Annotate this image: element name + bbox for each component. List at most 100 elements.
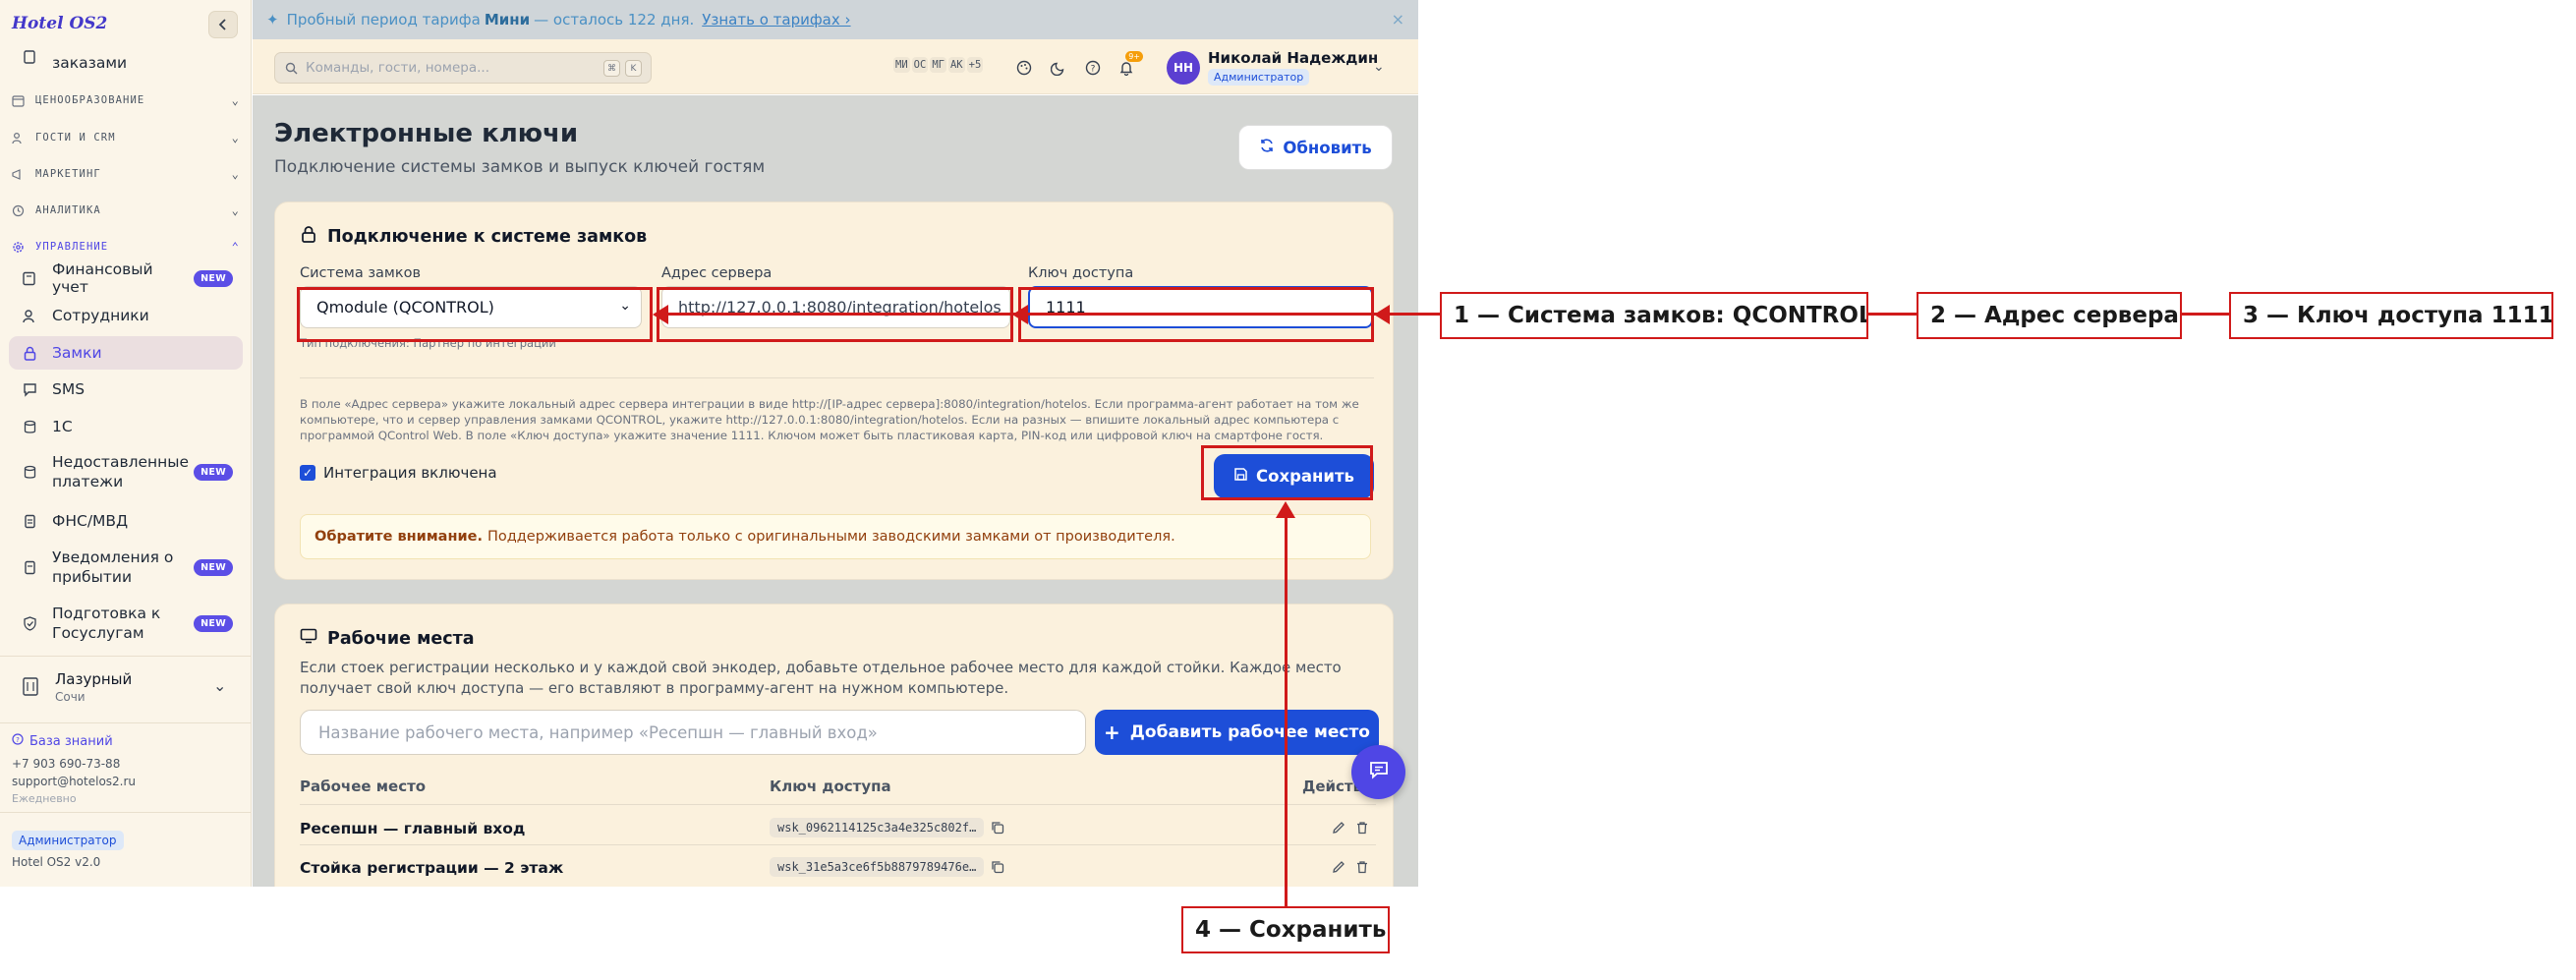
help-icon[interactable]: ? <box>1078 53 1108 83</box>
search-icon <box>285 62 298 75</box>
add-workplace-button[interactable]: + Добавить рабочее место <box>1095 710 1379 755</box>
banner-link[interactable]: Узнать о тарифах › <box>702 11 850 29</box>
moon-icon[interactable] <box>1044 53 1073 83</box>
sidebar-item-label: Уведомления о прибытии <box>52 548 174 586</box>
chevron-down-icon[interactable]: ⌄ <box>1373 59 1385 75</box>
palette-icon[interactable] <box>1009 53 1039 83</box>
user-role-badge: Администратор <box>1208 69 1310 86</box>
workplace-placeholder: Название рабочего места, например «Ресеп… <box>318 722 878 742</box>
user-icon <box>19 305 40 326</box>
top-header: Команды, гости, номера... ⌘ K МИ ОС МГ А… <box>253 39 1418 94</box>
close-icon[interactable]: × <box>1392 10 1404 29</box>
refresh-button[interactable]: Обновить <box>1238 125 1393 170</box>
sidebar-section-marketing[interactable]: МАРКЕТИНГ ⌄ <box>12 165 240 183</box>
online-users[interactable]: МИ ОС МГ АК +5 <box>893 57 984 73</box>
section-label: УПРАВЛЕНИЕ <box>35 241 109 253</box>
card-title: Рабочие места <box>300 628 475 649</box>
monitor-icon <box>300 628 317 649</box>
card-title-text: Подключение к системе замков <box>327 226 648 247</box>
chevron-up-icon: ⌃ <box>231 240 240 254</box>
sidebar-section-guests[interactable]: ГОСТИ И CRM ⌄ <box>12 129 240 146</box>
sidebar-item-label: SMS <box>52 380 86 398</box>
help-circle-icon: ? <box>12 733 24 749</box>
highlight-save-button <box>1201 445 1373 500</box>
trash-icon[interactable] <box>1355 860 1369 878</box>
lock-icon <box>300 225 317 248</box>
support-phone[interactable]: +7 903 690-73-88 <box>12 757 120 771</box>
sidebar-item-label: Подготовка к Госуслугам <box>52 605 161 642</box>
sidebar-section-analytics[interactable]: АНАЛИТИКА ⌄ <box>12 202 240 219</box>
annotation-label-2: 2 — Адрес сервера <box>1917 292 2182 339</box>
document-icon <box>19 556 40 578</box>
new-badge: NEW <box>194 463 233 481</box>
warning-text: Поддерживается работа только с оригиналь… <box>487 529 1175 545</box>
sidebar-item-failed-payments[interactable]: Недоставленные платежи NEW <box>9 450 243 493</box>
sidebar-item-gosuslugi[interactable]: Подготовка к Госуслугам NEW <box>9 602 243 645</box>
gear-icon <box>12 241 28 254</box>
sidebar-item-sms[interactable]: SMS <box>9 375 243 404</box>
support-email[interactable]: support@hotelos2.ru <box>12 775 136 788</box>
sidebar-item-label: 1С <box>52 418 73 435</box>
edit-icon[interactable] <box>1332 860 1345 878</box>
trash-icon[interactable] <box>1355 821 1369 838</box>
arrow-left-icon <box>1012 305 1028 324</box>
presence-avatar: МИ <box>893 57 910 73</box>
user-name[interactable]: Николай Надеждин <box>1208 49 1378 67</box>
sidebar-section-management[interactable]: УПРАВЛЕНИЕ ⌃ <box>12 238 240 256</box>
app-logo[interactable]: Hotel OS2 <box>12 14 107 33</box>
chevron-down-icon: ⌄ <box>231 203 240 217</box>
sidebar-item-locks[interactable]: Замки <box>9 336 243 370</box>
users-icon <box>12 132 28 144</box>
document-icon <box>19 46 40 68</box>
workplace-key: wsk_0962114125c3a4e325c802f… <box>770 818 985 837</box>
annotation-label-1: 1 — Система замков: QCONTROL <box>1440 292 1868 339</box>
sidebar-item-1c[interactable]: 1С <box>9 412 243 441</box>
sidebar-item-orders[interactable]: заказами <box>9 43 243 72</box>
sidebar-section-pricing[interactable]: ЦЕНООБРАЗОВАНИЕ ⌄ <box>12 91 240 109</box>
sidebar-item-fns[interactable]: ФНС/МВД <box>9 506 243 536</box>
workplaces-card: Рабочие места Если стоек регистрации нес… <box>274 604 1394 887</box>
command-search-input[interactable]: Команды, гости, номера... ⌘ K <box>274 52 652 84</box>
chevron-down-icon: ⌄ <box>231 131 240 144</box>
property-name: Лазурный <box>55 670 133 688</box>
notification-count: 9+ <box>1125 51 1143 62</box>
chat-button[interactable] <box>1351 745 1405 799</box>
sidebar-item-arrival-notices[interactable]: Уведомления о прибытии NEW <box>9 546 243 589</box>
lock-system-label: Система замков <box>300 265 422 281</box>
integration-enabled-checkbox[interactable]: ✓ Интеграция включена <box>300 464 497 482</box>
divider <box>300 377 1374 378</box>
avatar[interactable]: НН <box>1167 51 1200 85</box>
edit-icon[interactable] <box>1332 821 1345 838</box>
access-key-label: Ключ доступа <box>1028 265 1134 281</box>
sidebar-item-finance[interactable]: Финансовый учет NEW <box>9 260 243 296</box>
search-placeholder: Команды, гости, номера... <box>306 60 489 76</box>
banner-prefix: Пробный период тарифа <box>286 11 481 29</box>
page-subtitle: Подключение системы замков и выпуск ключ… <box>274 157 766 177</box>
trial-banner: ✦ Пробный период тарифа Мини — осталось … <box>253 0 1418 39</box>
svg-text:?: ? <box>16 736 20 744</box>
bell-icon[interactable]: 9+ <box>1112 51 1143 83</box>
lock-connection-card: Подключение к системе замков Система зам… <box>274 202 1394 580</box>
arrow-up-icon <box>1276 501 1295 518</box>
lock-icon <box>19 342 40 364</box>
sidebar-item-staff[interactable]: Сотрудники <box>9 301 243 330</box>
divider <box>0 656 251 657</box>
section-label: АНАЛИТИКА <box>35 204 101 216</box>
workplace-name: Ресепшн — главный вход <box>300 820 526 837</box>
refresh-icon <box>1259 138 1275 157</box>
workplace-name: Стойка регистрации — 2 этаж <box>300 859 564 877</box>
copy-icon[interactable] <box>991 821 1004 838</box>
banner-plan: Мини <box>484 11 531 29</box>
shield-check-icon <box>19 612 40 634</box>
annotation-label-3: 3 — Ключ доступа 1111 <box>2229 292 2553 339</box>
property-city: Сочи <box>55 690 86 704</box>
knowledge-base-link[interactable]: ? База знаний <box>12 733 113 749</box>
copy-icon[interactable] <box>991 860 1004 878</box>
workplace-name-input[interactable]: Название рабочего места, например «Ресеп… <box>300 710 1086 755</box>
plus-icon: + <box>1104 721 1120 744</box>
sidebar-collapse-button[interactable] <box>208 11 238 38</box>
clock-icon <box>12 204 28 217</box>
chevron-down-icon: ⌄ <box>213 676 227 695</box>
sidebar-item-label: ФНС/МВД <box>52 512 129 530</box>
property-switcher[interactable]: Лазурный Сочи ⌄ <box>12 666 240 712</box>
